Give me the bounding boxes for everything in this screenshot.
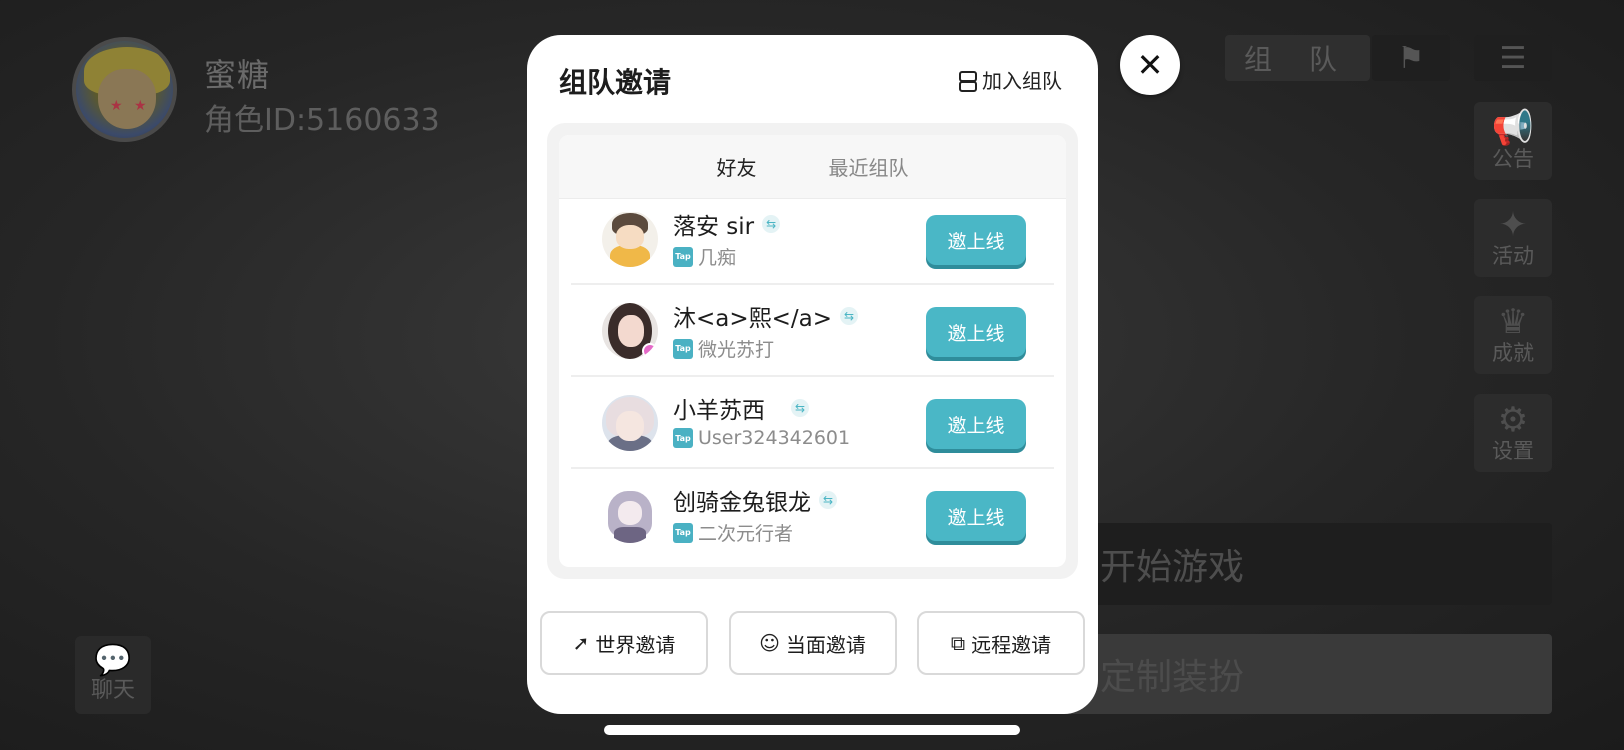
team-tab-button[interactable]: 组 队 [1225,35,1370,81]
friend-list-container: 好友 最近组队 落安 sir ⇆ Tap 几痴 邀上线 沐<a>熙</a> ⇆ … [559,135,1066,567]
invite-method-buttons: ➚ 世界邀请 ☺ 当面邀请 ⧉ 远程邀请 [540,611,1085,675]
hamburger-menu-icon: ☰ [1499,40,1527,76]
friend-tap-name: 二次元行者 [698,523,794,545]
invite-online-button[interactable]: 邀上线 [926,215,1026,265]
gear-icon: ⚙ [1497,400,1529,440]
sync-icon: ⇆ [762,215,781,233]
trophy-icon: ♛ [1497,302,1529,342]
tap-badge-icon: Tap [673,522,693,543]
join-team-icon [958,70,977,92]
tab-recent-teams[interactable]: 最近组队 [829,152,909,181]
close-modal-button[interactable]: ✕ [1120,35,1180,95]
friend-subline: Tap User324342601 [673,427,850,449]
friend-row: 沐<a>熙</a> ⇆ Tap 微光苏打 邀上线 [571,285,1054,377]
achievements-label: 成就 [1492,341,1534,365]
flag-icon: ⚑ [1397,40,1425,76]
close-icon: ✕ [1136,46,1164,84]
chat-bubble-icon: 💬 [94,643,132,678]
events-button[interactable]: ✦ 活动 [1474,199,1552,277]
tap-badge-icon: Tap [673,338,693,359]
player-avatar[interactable]: ★ ★ [72,37,177,142]
friend-name-line: 沐<a>熙</a> ⇆ [673,299,859,333]
start-game-button[interactable]: 开始游戏 [1060,523,1552,605]
external-link-icon: ⧉ [950,631,966,655]
friend-tap-name: 微光苏打 [698,339,775,361]
team-invite-modal: 组队邀请 加入组队 好友 最近组队 落安 sir ⇆ Tap 几痴 邀上线 沐<… [527,35,1098,714]
friend-row: 小羊苏西 ⇆ Tap User324342601 邀上线 [571,377,1054,469]
announcement-label: 公告 [1492,147,1534,171]
remote-invite-button[interactable]: ⧉ 远程邀请 [917,611,1085,675]
remote-invite-label: 远程邀请 [971,632,1052,657]
menu-button[interactable]: ☰ [1474,35,1552,81]
tap-badge-icon: Tap [673,246,693,267]
party-popper-icon: ✦ [1498,205,1528,245]
join-team-label: 加入组队 [982,69,1062,93]
world-invite-label: 世界邀请 [595,632,676,657]
invite-online-button[interactable]: 邀上线 [926,307,1026,357]
friend-tap-name: User324342601 [698,427,851,449]
invite-online-button[interactable]: 邀上线 [926,491,1026,541]
player-id: 角色ID:5160633 [204,103,440,138]
face-icon: ☺ [759,631,780,655]
sync-icon: ⇆ [791,399,809,417]
friend-subline: Tap 微光苏打 [673,335,774,362]
announcement-button[interactable]: 📢 公告 [1474,102,1552,180]
chat-label: 聊天 [90,678,135,703]
modal-title: 组队邀请 [559,66,672,99]
friend-name-line: 落安 sir ⇆ [673,212,781,241]
home-indicator[interactable] [604,725,1020,735]
send-icon: ➚ [572,631,590,655]
friend-list[interactable]: 落安 sir ⇆ Tap 几痴 邀上线 沐<a>熙</a> ⇆ Tap 微光苏打… [559,212,1066,567]
in-person-invite-button[interactable]: ☺ 当面邀请 [728,611,897,675]
world-invite-button[interactable]: ➚ 世界邀请 [540,611,708,675]
friend-row: 创骑金兔银龙 ⇆ Tap 二次元行者 邀上线 [571,469,1054,561]
friend-row: 落安 sir ⇆ Tap 几痴 邀上线 [571,212,1054,285]
friend-tap-name: 几痴 [698,247,737,269]
join-team-button[interactable]: 加入组队 [958,65,1062,94]
flag-button[interactable]: ⚑ [1372,35,1450,81]
friend-name: 落安 sir [673,214,755,240]
friend-subline: Tap 几痴 [673,243,736,270]
invite-online-button[interactable]: 邀上线 [926,399,1026,449]
sync-icon: ⇆ [819,491,837,509]
megaphone-icon: 📢 [1491,108,1535,148]
friend-avatar [602,487,658,543]
in-person-invite-label: 当面邀请 [785,632,866,657]
chat-button[interactable]: 💬 聊天 [75,636,151,714]
friend-list-panel: 好友 最近组队 落安 sir ⇆ Tap 几痴 邀上线 沐<a>熙</a> ⇆ … [547,123,1078,579]
player-name: 蜜糖 [204,56,271,94]
events-label: 活动 [1492,244,1534,268]
tap-badge-icon: Tap [673,428,693,448]
friend-name: 小羊苏西 [673,398,765,424]
sync-icon: ⇆ [840,307,859,325]
settings-label: 设置 [1492,439,1534,463]
settings-button[interactable]: ⚙ 设置 [1474,394,1552,472]
friend-avatar [602,303,658,359]
friend-avatar [602,212,658,267]
invite-tabs: 好友 最近组队 [559,135,1066,199]
friend-name-line: 创骑金兔银龙 ⇆ [673,483,837,517]
friend-name: 创骑金兔银龙 [673,490,811,516]
achievements-button[interactable]: ♛ 成就 [1474,296,1552,374]
customize-outfit-button[interactable]: 定制装扮 [1060,634,1552,714]
friend-subline: Tap 二次元行者 [673,519,793,546]
tab-friends[interactable]: 好友 [717,152,757,181]
friend-avatar [602,395,658,451]
friend-name: 沐<a>熙</a> [673,306,833,332]
friend-name-line: 小羊苏西 ⇆ [673,391,809,425]
